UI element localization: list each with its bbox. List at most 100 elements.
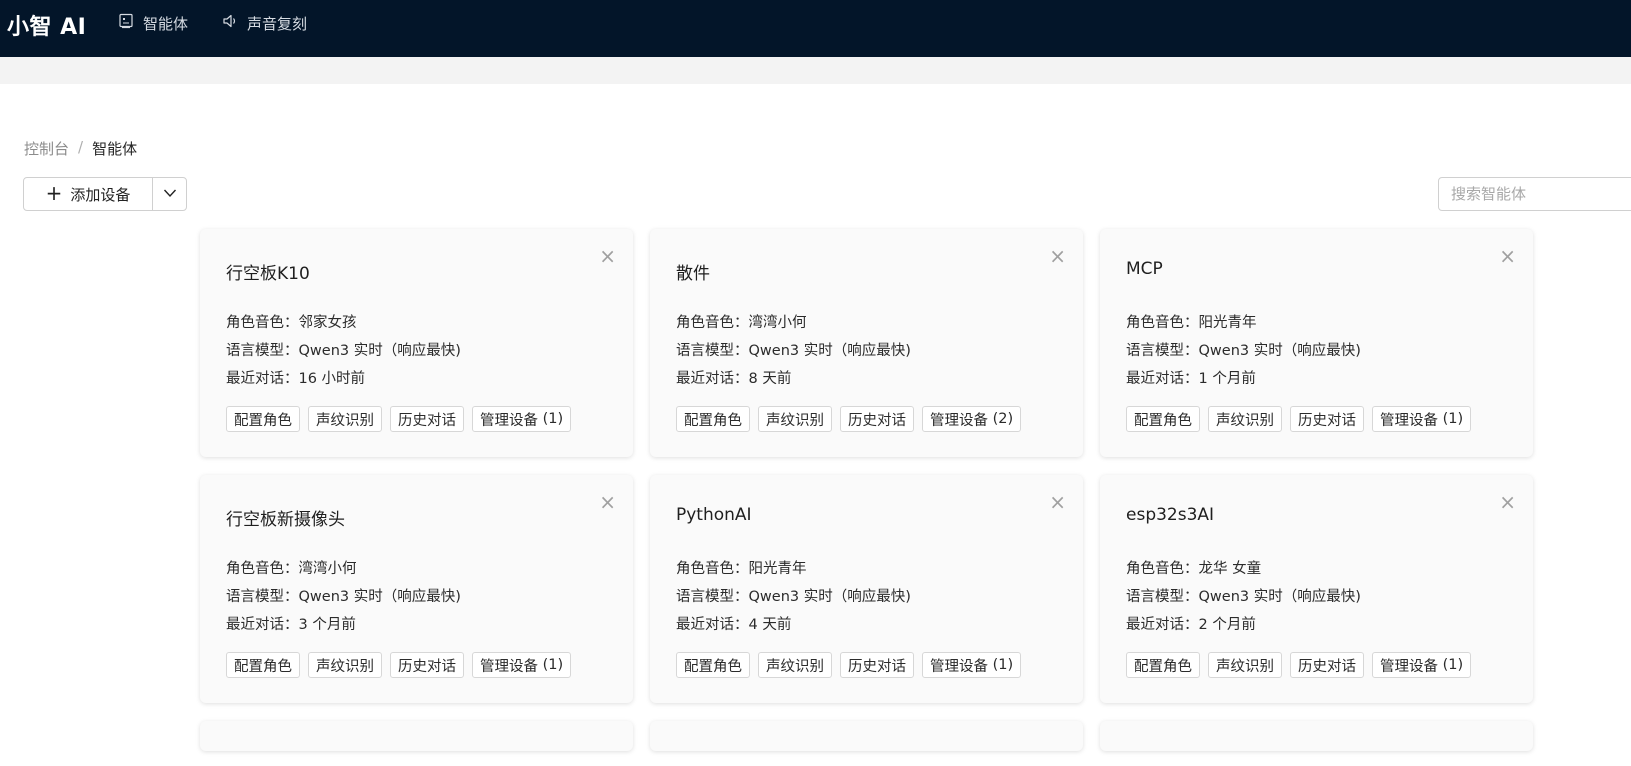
nav-item-voice-clone[interactable]: 声音复刻 [222,13,307,33]
manage-devices-button[interactable]: 管理设备 (1) [472,652,572,678]
agent-card[interactable]: MCP × 角色音色：阳光青年 语言模型：Qwen3 实时（响应最快) 最近对话：1 个… [1100,229,1533,457]
configure-role-button[interactable]: 配置角色 [1126,652,1200,678]
agent-voice: 阳光青年 [748,561,807,577]
agent-recent: 1 个月前 [1198,371,1256,387]
agent-voice: 湾湾小何 [748,315,807,331]
agent-recent: 8 天前 [748,371,792,387]
voice-label: 角色音色： [226,561,299,577]
agent-card[interactable]: esp32s3AI × 角色音色：龙华 女童 语言模型：Qwen3 实时（响应最快) 最… [1100,475,1533,703]
agent-recent-line: 最近对话：16 小时前 [226,367,365,388]
history-button[interactable]: 历史对话 [840,406,914,432]
model-label: 语言模型： [1126,343,1199,359]
voiceprint-button[interactable]: 声纹识别 [308,406,382,432]
breadcrumb-current: 智能体 [92,140,138,158]
configure-role-button[interactable]: 配置角色 [226,652,300,678]
manage-devices-button[interactable]: 管理设备 (1) [922,652,1022,678]
model-label: 语言模型： [676,589,749,605]
add-device-button-group: + 添加设备 [23,177,187,211]
agent-voice: 阳光青年 [1198,315,1257,331]
device-count: (1) [1442,657,1464,673]
voiceprint-button[interactable]: 声纹识别 [308,652,382,678]
model-label: 语言模型： [676,343,749,359]
recent-label: 最近对话： [226,371,299,387]
agent-actions: 配置角色 声纹识别 历史对话 管理设备 (1) [226,406,572,432]
agent-card-partial[interactable] [650,721,1083,751]
device-count: (1) [1442,411,1464,427]
history-button[interactable]: 历史对话 [390,406,464,432]
close-icon[interactable]: × [599,244,616,268]
voiceprint-button[interactable]: 声纹识别 [758,406,832,432]
configure-role-button[interactable]: 配置角色 [1126,406,1200,432]
agent-recent: 2 个月前 [1198,617,1256,633]
agent-card-partial[interactable] [1100,721,1533,751]
configure-role-button[interactable]: 配置角色 [676,652,750,678]
close-icon[interactable]: × [599,490,616,514]
agent-recent: 16 小时前 [298,371,366,387]
agent-model-line: 语言模型：Qwen3 实时（响应最快) [226,585,461,606]
agent-model: Qwen3 实时（响应最快) [298,343,461,359]
agent-actions: 配置角色 声纹识别 历史对话 管理设备 (2) [676,406,1022,432]
agent-model-line: 语言模型：Qwen3 实时（响应最快) [226,339,461,360]
manage-devices-button[interactable]: 管理设备 (1) [1372,652,1472,678]
close-icon[interactable]: × [1499,244,1516,268]
voiceprint-button[interactable]: 声纹识别 [758,652,832,678]
agent-model-line: 语言模型：Qwen3 实时（响应最快) [1126,585,1361,606]
agent-voice-line: 角色音色：邻家女孩 [226,311,357,332]
agent-card[interactable]: 行空板新摄像头 × 角色音色：湾湾小何 语言模型：Qwen3 实时（响应最快) 最近对话… [200,475,633,703]
agent-model: Qwen3 实时（响应最快) [748,343,911,359]
voiceprint-button[interactable]: 声纹识别 [1208,406,1282,432]
voice-label: 角色音色： [1126,315,1199,331]
history-button[interactable]: 历史对话 [1290,406,1364,432]
manage-devices-button[interactable]: 管理设备 (2) [922,406,1022,432]
recent-label: 最近对话： [676,617,749,633]
agent-actions: 配置角色 声纹识别 历史对话 管理设备 (1) [1126,406,1472,432]
voice-label: 角色音色： [676,315,749,331]
agent-recent: 3 个月前 [298,617,356,633]
agent-card-partial[interactable] [200,721,633,751]
agent-model: Qwen3 实时（响应最快) [748,589,911,605]
agent-model-line: 语言模型：Qwen3 实时（响应最快) [676,339,911,360]
configure-role-button[interactable]: 配置角色 [676,406,750,432]
history-button[interactable]: 历史对话 [1290,652,1364,678]
agent-recent-line: 最近对话：4 天前 [676,613,791,634]
voiceprint-button[interactable]: 声纹识别 [1208,652,1282,678]
manage-devices-label: 管理设备 [930,412,988,429]
breadcrumb-home[interactable]: 控制台 [24,138,69,159]
agent-model: Qwen3 实时（响应最快) [1198,589,1361,605]
add-device-label: 添加设备 [70,185,131,204]
agent-name: PythonAI [676,505,752,525]
voice-label: 角色音色： [676,561,749,577]
agent-actions: 配置角色 声纹识别 历史对话 管理设备 (1) [226,652,572,678]
agent-model-line: 语言模型：Qwen3 实时（响应最快) [1126,339,1361,360]
manage-devices-label: 管理设备 [480,658,538,675]
history-button[interactable]: 历史对话 [390,652,464,678]
configure-role-button[interactable]: 配置角色 [226,406,300,432]
agent-card[interactable]: 行空板K10 × 角色音色：邻家女孩 语言模型：Qwen3 实时（响应最快) 最近对话：… [200,229,633,457]
close-icon[interactable]: × [1049,244,1066,268]
agent-model: Qwen3 实时（响应最快) [1198,343,1361,359]
model-label: 语言模型： [226,343,299,359]
agent-recent-line: 最近对话：3 个月前 [226,613,356,634]
add-device-dropdown-button[interactable] [153,178,186,210]
agent-voice-line: 角色音色：阳光青年 [676,557,807,578]
manage-devices-button[interactable]: 管理设备 (1) [1372,406,1472,432]
agent-voice: 邻家女孩 [298,315,357,331]
agent-card[interactable]: 散件 × 角色音色：湾湾小何 语言模型：Qwen3 实时（响应最快) 最近对话：8 天前… [650,229,1083,457]
nav-item-agents[interactable]: 智能体 [118,13,188,33]
recent-label: 最近对话： [226,617,299,633]
agent-name: 行空板新摄像头 [226,510,345,530]
model-label: 语言模型： [1126,589,1199,605]
search-input[interactable] [1438,177,1631,211]
agent-voice-line: 角色音色：龙华 女童 [1126,557,1261,578]
agent-recent-line: 最近对话：2 个月前 [1126,613,1256,634]
manage-devices-button[interactable]: 管理设备 (1) [472,406,572,432]
manage-devices-label: 管理设备 [1380,658,1438,675]
close-icon[interactable]: × [1049,490,1066,514]
add-device-button[interactable]: + 添加设备 [24,178,153,210]
agent-card[interactable]: PythonAI × 角色音色：阳光青年语言模型：Qwen3 实时（响应最快) 最近对… [650,475,1083,703]
close-icon[interactable]: × [1499,490,1516,514]
recent-label: 最近对话： [676,371,749,387]
voice-label: 角色音色： [226,315,299,331]
agent-recent-line: 最近对话：8 天前 [676,367,791,388]
history-button[interactable]: 历史对话 [840,652,914,678]
